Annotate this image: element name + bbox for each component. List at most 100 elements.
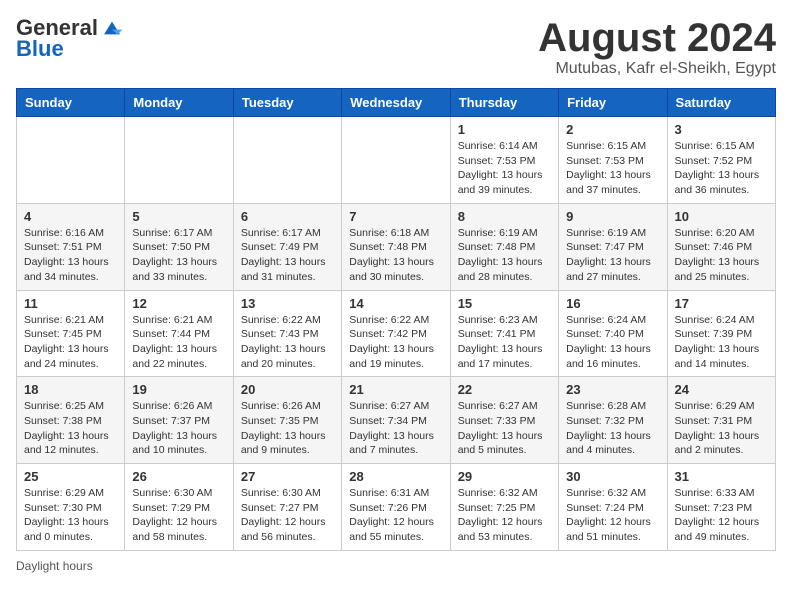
day-number: 23 [566, 382, 659, 397]
day-info: Sunrise: 6:19 AM Sunset: 7:48 PM Dayligh… [458, 226, 551, 285]
logo: General Blue [16, 16, 124, 62]
day-number: 12 [132, 296, 225, 311]
month-title: August 2024 [538, 16, 776, 60]
col-header-wednesday: Wednesday [342, 89, 450, 117]
day-number: 8 [458, 209, 551, 224]
day-info: Sunrise: 6:32 AM Sunset: 7:25 PM Dayligh… [458, 486, 551, 545]
day-info: Sunrise: 6:24 AM Sunset: 7:40 PM Dayligh… [566, 313, 659, 372]
day-number: 9 [566, 209, 659, 224]
col-header-tuesday: Tuesday [233, 89, 341, 117]
calendar-day-cell: 5 Sunrise: 6:17 AM Sunset: 7:50 PM Daylig… [125, 203, 233, 290]
day-info: Sunrise: 6:27 AM Sunset: 7:34 PM Dayligh… [349, 399, 442, 458]
calendar-day-cell: 19 Sunrise: 6:26 AM Sunset: 7:37 PM Dayli… [125, 377, 233, 464]
day-number: 28 [349, 469, 442, 484]
day-info: Sunrise: 6:25 AM Sunset: 7:38 PM Dayligh… [24, 399, 117, 458]
calendar-week-row: 1 Sunrise: 6:14 AM Sunset: 7:53 PM Daylig… [17, 117, 776, 204]
day-info: Sunrise: 6:17 AM Sunset: 7:49 PM Dayligh… [241, 226, 334, 285]
day-info: Sunrise: 6:27 AM Sunset: 7:33 PM Dayligh… [458, 399, 551, 458]
day-info: Sunrise: 6:21 AM Sunset: 7:45 PM Dayligh… [24, 313, 117, 372]
day-number: 3 [675, 122, 768, 137]
day-number: 10 [675, 209, 768, 224]
calendar-day-cell: 31Sunrise: 6:33 AM Sunset: 7:23 PM Dayli… [667, 464, 775, 551]
day-info: Sunrise: 6:15 AM Sunset: 7:53 PM Dayligh… [566, 139, 659, 198]
logo-icon [100, 16, 124, 40]
day-number: 18 [24, 382, 117, 397]
day-number: 14 [349, 296, 442, 311]
day-info: Sunrise: 6:28 AM Sunset: 7:32 PM Dayligh… [566, 399, 659, 458]
col-header-friday: Friday [559, 89, 667, 117]
calendar-day-cell: 27Sunrise: 6:30 AM Sunset: 7:27 PM Dayli… [233, 464, 341, 551]
day-info: Sunrise: 6:26 AM Sunset: 7:35 PM Dayligh… [241, 399, 334, 458]
day-number: 5 [132, 209, 225, 224]
calendar-day-cell: 8 Sunrise: 6:19 AM Sunset: 7:48 PM Daylig… [450, 203, 558, 290]
day-info: Sunrise: 6:20 AM Sunset: 7:46 PM Dayligh… [675, 226, 768, 285]
day-number: 20 [241, 382, 334, 397]
day-number: 21 [349, 382, 442, 397]
day-info: Sunrise: 6:24 AM Sunset: 7:39 PM Dayligh… [675, 313, 768, 372]
day-number: 7 [349, 209, 442, 224]
calendar-day-cell: 1 Sunrise: 6:14 AM Sunset: 7:53 PM Daylig… [450, 117, 558, 204]
calendar-day-cell [17, 117, 125, 204]
day-info: Sunrise: 6:33 AM Sunset: 7:23 PM Dayligh… [675, 486, 768, 545]
calendar-day-cell: 28 Sunrise: 6:31 AM Sunset: 7:26 PM Dayli… [342, 464, 450, 551]
calendar-week-row: 18 Sunrise: 6:25 AM Sunset: 7:38 PM Dayli… [17, 377, 776, 464]
col-header-thursday: Thursday [450, 89, 558, 117]
day-info: Sunrise: 6:22 AM Sunset: 7:43 PM Dayligh… [241, 313, 334, 372]
col-header-monday: Monday [125, 89, 233, 117]
day-info: Sunrise: 6:32 AM Sunset: 7:24 PM Dayligh… [566, 486, 659, 545]
day-info: Sunrise: 6:16 AM Sunset: 7:51 PM Dayligh… [24, 226, 117, 285]
day-info: Sunrise: 6:31 AM Sunset: 7:26 PM Dayligh… [349, 486, 442, 545]
title-block: August 2024 Mutubas, Kafr el-Sheikh, Egy… [538, 16, 776, 78]
day-info: Sunrise: 6:19 AM Sunset: 7:47 PM Dayligh… [566, 226, 659, 285]
day-info: Sunrise: 6:30 AM Sunset: 7:27 PM Dayligh… [241, 486, 334, 545]
day-number: 24 [675, 382, 768, 397]
calendar-day-cell: 25Sunrise: 6:29 AM Sunset: 7:30 PM Dayli… [17, 464, 125, 551]
location-subtitle: Mutubas, Kafr el-Sheikh, Egypt [538, 60, 776, 78]
calendar-day-cell [125, 117, 233, 204]
calendar-day-cell: 18 Sunrise: 6:25 AM Sunset: 7:38 PM Dayli… [17, 377, 125, 464]
day-number: 4 [24, 209, 117, 224]
day-number: 26 [132, 469, 225, 484]
calendar-day-cell: 16 Sunrise: 6:24 AM Sunset: 7:40 PM Dayli… [559, 290, 667, 377]
day-number: 17 [675, 296, 768, 311]
day-number: 16 [566, 296, 659, 311]
day-info: Sunrise: 6:14 AM Sunset: 7:53 PM Dayligh… [458, 139, 551, 198]
day-info: Sunrise: 6:26 AM Sunset: 7:37 PM Dayligh… [132, 399, 225, 458]
calendar-day-cell: 15Sunrise: 6:23 AM Sunset: 7:41 PM Dayli… [450, 290, 558, 377]
calendar-day-cell: 21 Sunrise: 6:27 AM Sunset: 7:34 PM Dayli… [342, 377, 450, 464]
calendar-day-cell: 24Sunrise: 6:29 AM Sunset: 7:31 PM Dayli… [667, 377, 775, 464]
logo-blue-text: Blue [16, 36, 64, 62]
day-info: Sunrise: 6:22 AM Sunset: 7:42 PM Dayligh… [349, 313, 442, 372]
footer: Daylight hours [16, 559, 776, 573]
calendar-day-cell: 7 Sunrise: 6:18 AM Sunset: 7:48 PM Daylig… [342, 203, 450, 290]
calendar-day-cell: 2Sunrise: 6:15 AM Sunset: 7:53 PM Daylig… [559, 117, 667, 204]
day-number: 11 [24, 296, 117, 311]
day-info: Sunrise: 6:30 AM Sunset: 7:29 PM Dayligh… [132, 486, 225, 545]
day-info: Sunrise: 6:18 AM Sunset: 7:48 PM Dayligh… [349, 226, 442, 285]
calendar-day-cell: 13 Sunrise: 6:22 AM Sunset: 7:43 PM Dayli… [233, 290, 341, 377]
daylight-hours-label: Daylight hours [16, 559, 93, 573]
day-number: 15 [458, 296, 551, 311]
calendar-day-cell [342, 117, 450, 204]
calendar-day-cell: 30 Sunrise: 6:32 AM Sunset: 7:24 PM Dayli… [559, 464, 667, 551]
day-info: Sunrise: 6:17 AM Sunset: 7:50 PM Dayligh… [132, 226, 225, 285]
calendar-day-cell: 22 Sunrise: 6:27 AM Sunset: 7:33 PM Dayli… [450, 377, 558, 464]
col-header-saturday: Saturday [667, 89, 775, 117]
calendar-header-row: SundayMondayTuesdayWednesdayThursdayFrid… [17, 89, 776, 117]
calendar-day-cell [233, 117, 341, 204]
day-number: 22 [458, 382, 551, 397]
day-number: 13 [241, 296, 334, 311]
calendar-day-cell: 14 Sunrise: 6:22 AM Sunset: 7:42 PM Dayli… [342, 290, 450, 377]
calendar-week-row: 4 Sunrise: 6:16 AM Sunset: 7:51 PM Daylig… [17, 203, 776, 290]
calendar-day-cell: 3Sunrise: 6:15 AM Sunset: 7:52 PM Daylig… [667, 117, 775, 204]
day-info: Sunrise: 6:21 AM Sunset: 7:44 PM Dayligh… [132, 313, 225, 372]
calendar-day-cell: 29Sunrise: 6:32 AM Sunset: 7:25 PM Dayli… [450, 464, 558, 551]
day-number: 30 [566, 469, 659, 484]
day-number: 6 [241, 209, 334, 224]
calendar-day-cell: 9 Sunrise: 6:19 AM Sunset: 7:47 PM Daylig… [559, 203, 667, 290]
calendar-day-cell: 12 Sunrise: 6:21 AM Sunset: 7:44 PM Dayli… [125, 290, 233, 377]
day-number: 25 [24, 469, 117, 484]
calendar-day-cell: 17 Sunrise: 6:24 AM Sunset: 7:39 PM Dayli… [667, 290, 775, 377]
day-number: 1 [458, 122, 551, 137]
day-number: 19 [132, 382, 225, 397]
